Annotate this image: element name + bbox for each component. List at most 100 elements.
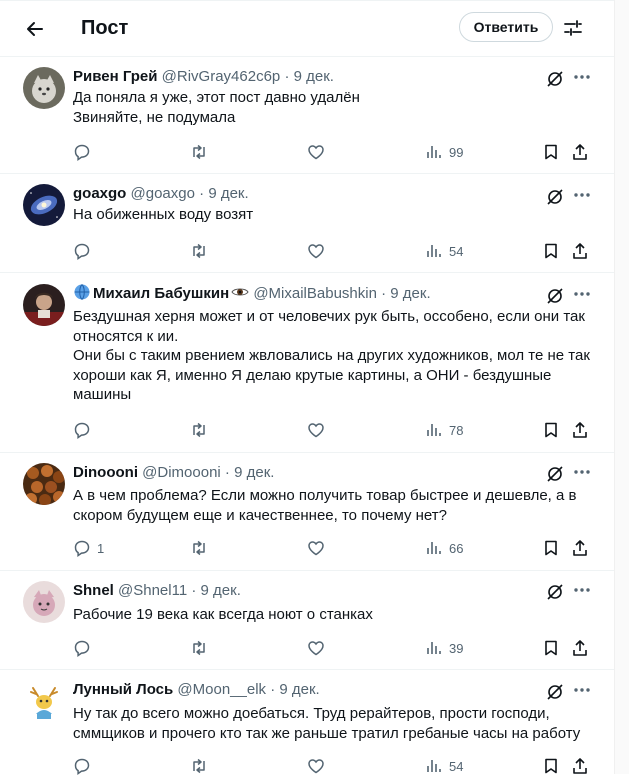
views-action[interactable]: 78 xyxy=(425,420,463,440)
tweet-actions: 54 xyxy=(73,756,603,776)
tweet-date[interactable]: 9 дек. xyxy=(234,464,274,481)
author-handle[interactable]: @RivGray462c6p xyxy=(162,68,281,85)
views-action[interactable]: 54 xyxy=(425,756,463,776)
retweet-action[interactable] xyxy=(190,756,208,776)
tweet-text-line: А в чем проблема? Если можно получить то… xyxy=(73,487,577,504)
reply-action[interactable] xyxy=(73,420,97,440)
bookmark-action[interactable] xyxy=(542,638,560,658)
share-icon xyxy=(573,243,587,259)
bookmark-action[interactable] xyxy=(542,241,560,261)
globe-icon xyxy=(73,283,91,307)
grok-icon[interactable] xyxy=(545,187,565,207)
reply-action[interactable] xyxy=(73,241,97,261)
grok-icon[interactable] xyxy=(545,69,565,89)
share-action[interactable] xyxy=(571,538,589,558)
author-handle[interactable]: @Shnel11 xyxy=(118,582,187,599)
tweet[interactable]: Ривен Грей @RivGray462c6p · 9 дек. Да по… xyxy=(0,57,615,174)
back-arrow-icon[interactable] xyxy=(20,14,50,44)
share-action[interactable] xyxy=(571,241,589,261)
top-border xyxy=(0,0,629,1)
bookmark-action[interactable] xyxy=(542,756,560,776)
more-icon[interactable] xyxy=(572,284,592,304)
author-name[interactable]: Лунный Лось xyxy=(73,681,173,698)
scrollbar[interactable] xyxy=(614,0,629,774)
author-handle[interactable]: @MixailBabushkin xyxy=(253,285,377,302)
views-action[interactable]: 99 xyxy=(425,142,463,162)
tweet[interactable]: Dinoooni @Dimoooni · 9 дек. А в чем проб… xyxy=(0,453,615,571)
filter-icon[interactable] xyxy=(562,17,584,39)
tweet-text-line: На обиженных воду возят xyxy=(73,206,254,223)
reply-action[interactable] xyxy=(73,638,97,658)
author-handle[interactable]: @Moon__elk xyxy=(177,681,266,698)
tweet-date[interactable]: 9 дек. xyxy=(279,681,319,698)
views-icon xyxy=(427,146,441,158)
retweet-action[interactable] xyxy=(190,241,208,261)
more-icon[interactable] xyxy=(572,580,592,600)
retweet-action[interactable] xyxy=(190,142,208,162)
tweet-actions: 39 xyxy=(73,638,603,658)
more-icon[interactable] xyxy=(572,680,592,700)
retweet-action[interactable] xyxy=(190,538,208,558)
avatar[interactable] xyxy=(23,284,65,326)
reply-action[interactable]: 1 xyxy=(73,538,104,558)
retweet-action[interactable] xyxy=(190,420,208,440)
tweet[interactable]: goaxgo @goaxgo · 9 дек. На обиженных вод… xyxy=(0,174,615,273)
views-icon xyxy=(427,424,441,436)
author-name[interactable]: Shnel xyxy=(73,582,114,599)
more-icon[interactable] xyxy=(572,462,592,482)
bookmark-icon xyxy=(545,540,557,556)
author-name[interactable]: Dinoooni xyxy=(73,464,138,481)
tweet-text: Рабочие 19 века как всегда ноют о станка… xyxy=(73,605,593,625)
tweet-date[interactable]: 9 дек. xyxy=(201,582,241,599)
retweet-action[interactable] xyxy=(190,638,208,658)
like-action[interactable] xyxy=(307,538,325,558)
reply-action[interactable] xyxy=(73,142,97,162)
more-icon[interactable] xyxy=(572,185,592,205)
bookmark-action[interactable] xyxy=(542,538,560,558)
share-action[interactable] xyxy=(571,756,589,776)
like-action[interactable] xyxy=(307,142,325,162)
like-action[interactable] xyxy=(307,756,325,776)
tweet[interactable]: Михаил Бабушкин @MixailBabushkin · 9 дек… xyxy=(0,273,615,453)
tweet-text: На обиженных воду возят xyxy=(73,205,593,225)
like-action[interactable] xyxy=(307,638,325,658)
avatar[interactable] xyxy=(23,581,65,623)
views-action[interactable]: 39 xyxy=(425,638,463,658)
retweet-icon xyxy=(193,540,205,556)
grok-icon[interactable] xyxy=(545,286,565,306)
eye-icon xyxy=(231,285,249,305)
share-action[interactable] xyxy=(571,142,589,162)
more-icon[interactable] xyxy=(572,67,592,87)
bookmark-action[interactable] xyxy=(542,420,560,440)
like-action[interactable] xyxy=(307,241,325,261)
tweet-date[interactable]: 9 дек. xyxy=(294,68,334,85)
like-icon xyxy=(308,759,324,774)
tweet-date[interactable]: 9 дек. xyxy=(390,285,430,302)
author-name[interactable]: goaxgo xyxy=(73,185,126,202)
views-action[interactable]: 66 xyxy=(425,538,463,558)
grok-icon[interactable] xyxy=(545,582,565,602)
tweet-date[interactable]: 9 дек. xyxy=(208,185,248,202)
reply-action[interactable] xyxy=(73,756,97,776)
grok-icon[interactable] xyxy=(545,464,565,484)
avatar[interactable] xyxy=(23,184,65,226)
share-action[interactable] xyxy=(571,638,589,658)
avatar[interactable] xyxy=(23,680,65,722)
share-action[interactable] xyxy=(571,420,589,440)
share-icon xyxy=(573,422,587,438)
tweet[interactable]: Shnel @Shnel11 · 9 дек. Рабочие 19 века … xyxy=(0,571,615,670)
views-count: 54 xyxy=(449,243,464,259)
like-action[interactable] xyxy=(307,420,325,440)
author-name[interactable]: Ривен Грей xyxy=(73,68,157,85)
author-handle[interactable]: @goaxgo xyxy=(131,185,195,202)
avatar[interactable] xyxy=(23,463,65,505)
tweet[interactable]: Лунный Лось @Moon__elk · 9 дек. Ну так д… xyxy=(0,670,615,776)
reply-button[interactable]: Ответить xyxy=(459,12,553,42)
bookmark-action[interactable] xyxy=(542,142,560,162)
grok-icon[interactable] xyxy=(545,682,565,702)
avatar[interactable] xyxy=(23,67,65,109)
views-action[interactable]: 54 xyxy=(425,241,463,261)
author-handle[interactable]: @Dimoooni xyxy=(142,464,221,481)
author-name[interactable]: Михаил Бабушкин xyxy=(93,285,229,302)
tweet-text-line: машины xyxy=(73,386,132,403)
